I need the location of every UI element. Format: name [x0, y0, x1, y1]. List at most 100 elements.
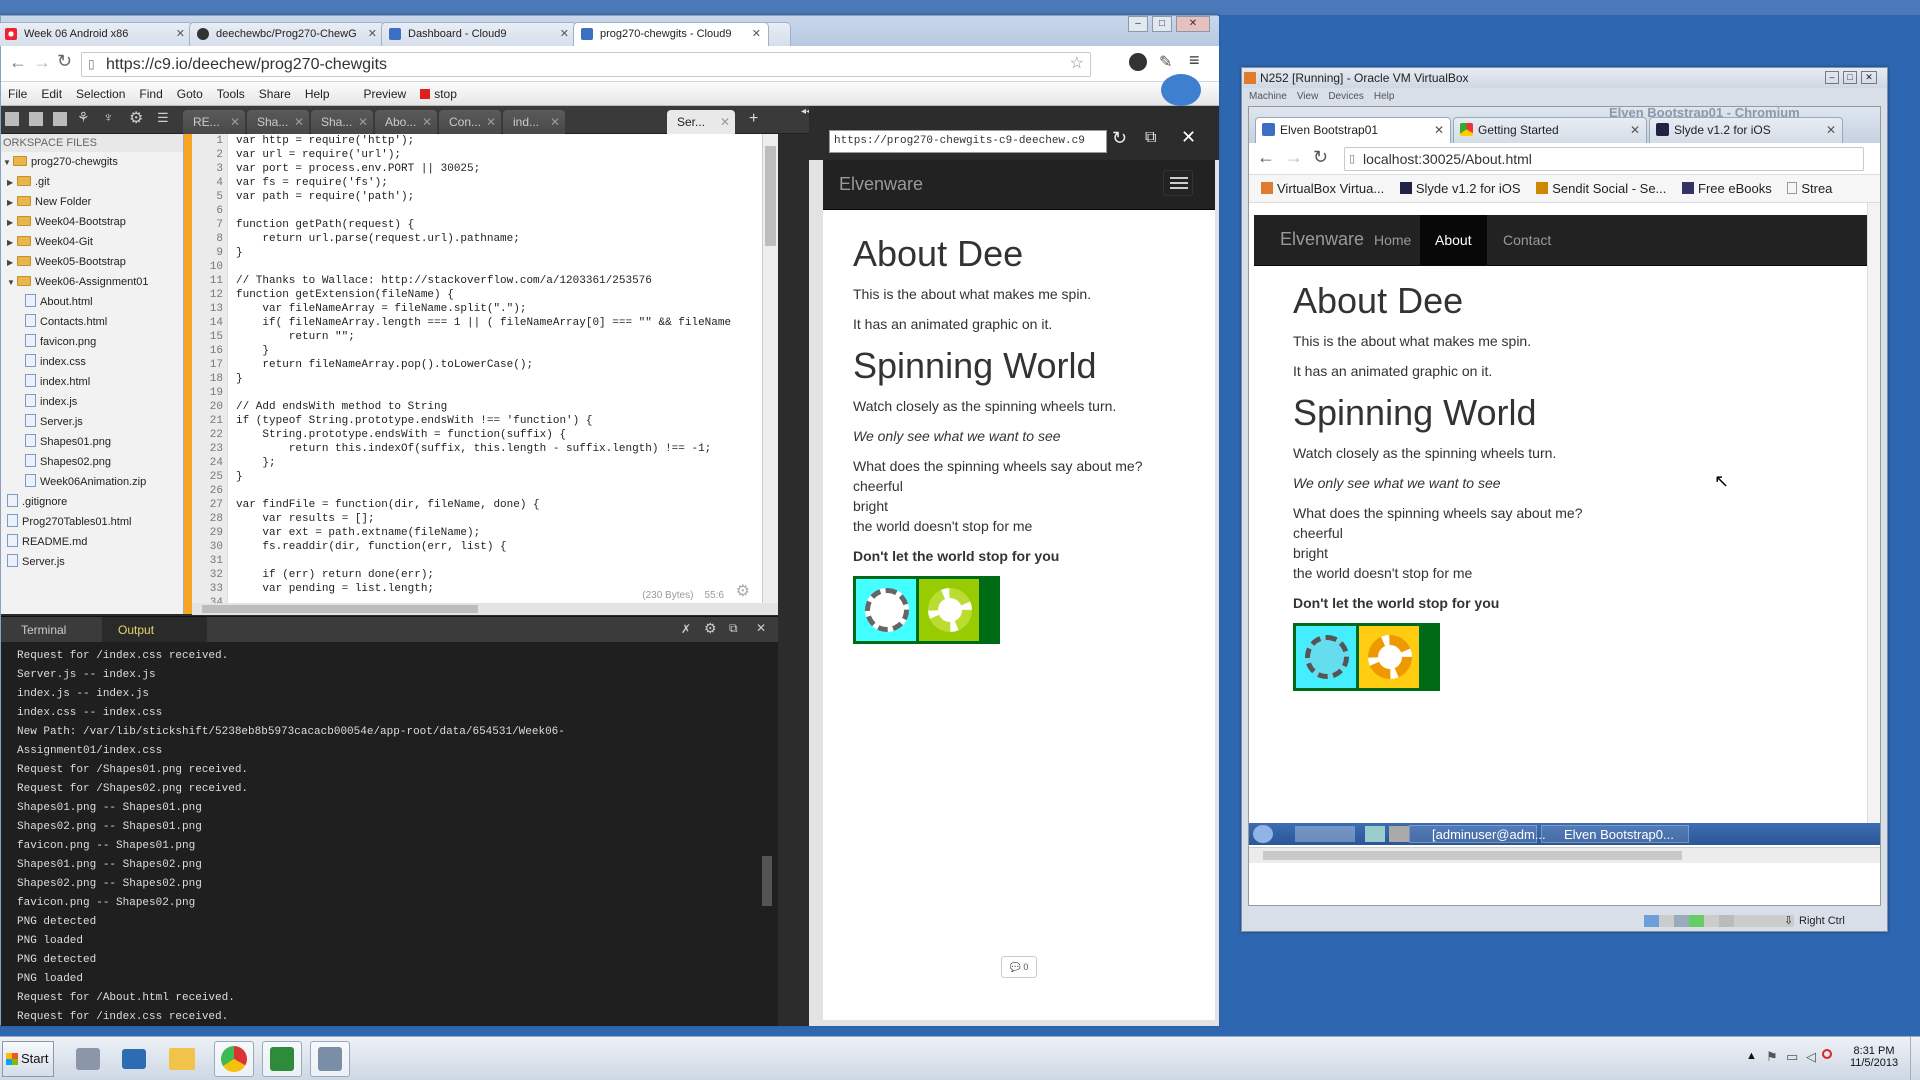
menu-edit[interactable]: Edit	[34, 82, 69, 106]
tree-file[interactable]: README.md	[1, 532, 183, 552]
virtualbox-taskbar-icon[interactable]	[310, 1041, 350, 1077]
close-icon[interactable]: ✕	[1181, 127, 1196, 148]
maximize-button[interactable]: □	[1843, 71, 1857, 84]
menu-machine[interactable]: Machine	[1249, 91, 1287, 102]
close-icon[interactable]: ✕	[756, 621, 766, 635]
editor-tab[interactable]: Sha... ✕	[311, 110, 373, 134]
nav-home[interactable]: Home	[1374, 215, 1411, 265]
menu-tools[interactable]: Tools	[210, 82, 252, 106]
server-manager-icon[interactable]	[68, 1041, 108, 1077]
console-scrollbar[interactable]	[762, 726, 778, 1026]
editor-tab[interactable]: Con... ✕	[439, 110, 501, 134]
minimize-button[interactable]: –	[1825, 71, 1839, 84]
close-icon[interactable]: ✕	[230, 110, 240, 134]
close-icon[interactable]: ✕	[720, 110, 730, 134]
terminal-taskbar-icon[interactable]	[262, 1041, 302, 1077]
desktop-icon[interactable]	[1365, 826, 1385, 842]
gear-icon[interactable]: ⚙	[704, 620, 717, 637]
navbar-brand[interactable]: Elvenware	[1280, 229, 1364, 250]
code-editor[interactable]: 1 2 3 4 5 6 7 8 9 10 11 12 13 14 15 16 1…	[192, 134, 762, 614]
navbar-brand[interactable]: Elvenware	[839, 174, 923, 195]
comments-button[interactable]: 💬 0	[1001, 956, 1037, 978]
extension-icon[interactable]	[1129, 53, 1147, 71]
chevron-right-icon[interactable]: ▶	[7, 253, 17, 273]
network-icon[interactable]: ▭	[1786, 1049, 1798, 1065]
star-icon[interactable]: ☆	[1070, 52, 1084, 75]
guest-address-bar[interactable]: ▯ localhost:30025/About.html	[1344, 147, 1864, 171]
reload-icon[interactable]: ↻	[1112, 128, 1127, 149]
hamburger-menu-button[interactable]	[1163, 170, 1193, 196]
bookmark[interactable]: Sendit Social - Se...	[1536, 181, 1666, 196]
chevron-right-icon[interactable]: ▶	[7, 233, 17, 253]
stop-button[interactable]: stop	[413, 82, 464, 106]
tree-file[interactable]: Prog270Tables01.html	[1, 512, 183, 532]
preview-button[interactable]: Preview	[357, 82, 414, 106]
editor-tab-active[interactable]: Ser... ✕	[667, 110, 735, 134]
menu-help[interactable]: Help	[298, 82, 337, 106]
tree-file[interactable]: Shapes01.png	[1, 432, 183, 452]
show-hidden-icons[interactable]: ▲	[1746, 1050, 1757, 1062]
preview-url[interactable]: https://prog270-chewgits-c9-deechew.c9	[829, 130, 1107, 153]
guest-task-terminal[interactable]: [adminuser@adm...	[1409, 825, 1546, 843]
chevron-down-icon[interactable]: ▼	[3, 153, 13, 173]
tool-icon[interactable]	[53, 112, 67, 126]
guest-page-scrollbar[interactable]	[1867, 203, 1880, 823]
add-tab-icon[interactable]: +	[749, 110, 758, 128]
code-content[interactable]: var http = require('http'); var url = re…	[236, 134, 758, 604]
guest-tab[interactable]: Getting Started ✕	[1453, 117, 1647, 143]
tab-terminal[interactable]: Terminal	[5, 617, 82, 643]
menu-file[interactable]: File	[1, 82, 34, 106]
menu-devices[interactable]: Devices	[1328, 91, 1364, 102]
chevron-down-icon[interactable]: ▼	[7, 273, 17, 293]
guest-screen[interactable]: Elven Bootstrap01 - Chromium Elven Boots…	[1248, 106, 1881, 906]
menu-goto[interactable]: Goto	[170, 82, 210, 106]
tree-file[interactable]: favicon.png	[1, 332, 183, 352]
tool-icon[interactable]	[29, 112, 43, 126]
tree-file[interactable]: Contacts.html	[1, 312, 183, 332]
close-icon[interactable]: ✕	[422, 110, 432, 134]
list-icon[interactable]: ☰	[157, 110, 169, 126]
reload-icon[interactable]: ↻	[57, 51, 72, 72]
popout-icon[interactable]: ⧉	[1145, 129, 1156, 147]
avatar[interactable]	[1161, 74, 1201, 106]
tree-folder[interactable]: ▶ Week04-Git	[1, 232, 183, 252]
guest-start-icon[interactable]	[1253, 825, 1273, 843]
clear-icon[interactable]: ✗	[681, 622, 691, 636]
close-icon[interactable]: ✕	[368, 23, 377, 45]
quicklaunch-icons[interactable]	[1295, 826, 1355, 842]
share-icon[interactable]: ⚘	[77, 109, 90, 126]
device-status-icons[interactable]	[1644, 915, 1794, 927]
tree-folder[interactable]: ▶ Week04-Bootstrap	[1, 212, 183, 232]
close-icon[interactable]: ✕	[294, 110, 304, 134]
tool-icon[interactable]	[5, 112, 19, 126]
chrome-taskbar-icon[interactable]	[214, 1041, 254, 1077]
back-icon[interactable]: ←	[1257, 147, 1275, 168]
close-icon[interactable]: ✕	[1434, 118, 1444, 142]
editor-tab[interactable]: Sha... ✕	[247, 110, 309, 134]
chevron-right-icon[interactable]: ▶	[7, 193, 17, 213]
close-icon[interactable]: ✕	[486, 110, 496, 134]
tab-output[interactable]: Output	[102, 617, 207, 643]
debug-icon[interactable]: ♆	[103, 109, 114, 125]
clock[interactable]: 8:31 PM 11/5/2013	[1844, 1045, 1904, 1069]
close-window-button[interactable]: ✕	[1861, 71, 1877, 84]
workspace-icon[interactable]	[1389, 826, 1409, 842]
tree-file[interactable]: index.html	[1, 372, 183, 392]
bookmark[interactable]: VirtualBox Virtua...	[1261, 181, 1384, 196]
menu-selection[interactable]: Selection	[69, 82, 132, 106]
close-icon[interactable]: ✕	[358, 110, 368, 134]
bookmark[interactable]: Slyde v1.2 for iOS	[1399, 181, 1521, 196]
tree-file[interactable]: index.css	[1, 352, 183, 372]
editor-tab[interactable]: Abo... ✕	[375, 110, 437, 134]
flag-icon[interactable]: ⚑	[1766, 1049, 1778, 1065]
tree-file[interactable]: .gitignore	[1, 492, 183, 512]
menu-share[interactable]: Share	[252, 82, 298, 106]
close-icon[interactable]: ✕	[1630, 118, 1640, 142]
alert-icon[interactable]	[1822, 1049, 1832, 1059]
close-icon[interactable]: ✕	[550, 110, 560, 134]
tools-icon[interactable]: ✎	[1159, 52, 1172, 72]
bookmark[interactable]: Strea	[1787, 181, 1832, 196]
close-icon[interactable]: ✕	[560, 23, 569, 45]
tree-folder[interactable]: ▶ New Folder	[1, 192, 183, 212]
tree-file[interactable]: Week06Animation.zip	[1, 472, 183, 492]
